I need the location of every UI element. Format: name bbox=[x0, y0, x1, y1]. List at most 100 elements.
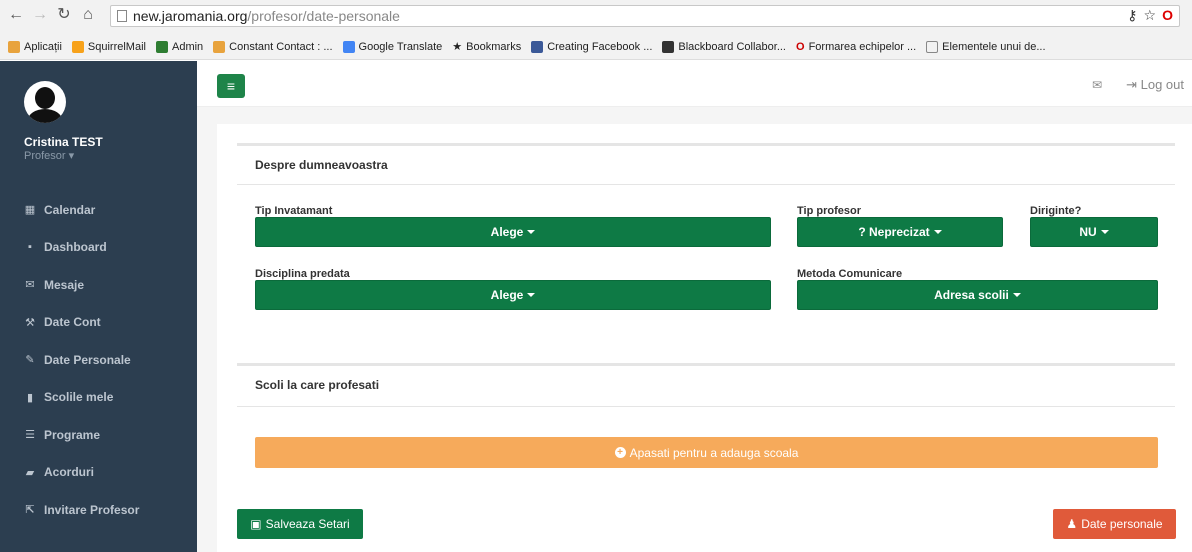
tip-profesor-label: Tip profesor bbox=[797, 205, 861, 217]
bookmarks-bar: Aplicații SquirrelMail Admin Constant Co… bbox=[0, 34, 1192, 60]
bookmark-item[interactable]: Admin bbox=[155, 40, 203, 53]
envelope-icon[interactable]: ✉ bbox=[1092, 78, 1102, 92]
diriginte-value: NU bbox=[1079, 225, 1097, 239]
sidebar-item-acorduri[interactable]: ▰ Acorduri bbox=[0, 454, 197, 492]
caret-down-icon bbox=[933, 230, 942, 234]
user-icon: ♟ bbox=[1066, 517, 1078, 531]
tip-profesor-dropdown[interactable]: ? Neprecizat bbox=[797, 217, 1003, 247]
share-icon: ⇱ bbox=[25, 504, 35, 517]
schools-section-title: Scoli la care profesati bbox=[255, 378, 380, 392]
logout-label: Log out bbox=[1140, 77, 1184, 92]
sidebar-item-invitare-profesor[interactable]: ⇱ Invitare Profesor bbox=[0, 491, 197, 529]
user-name: Cristina TEST bbox=[24, 135, 103, 149]
caret-down-icon bbox=[527, 293, 536, 297]
sidebar-item-calendar[interactable]: ▦ Calendar bbox=[0, 191, 197, 229]
reload-icon[interactable]: ↻ bbox=[56, 6, 72, 24]
caret-down-icon bbox=[527, 230, 536, 234]
metoda-comunicare-label: Metoda Comunicare bbox=[797, 268, 903, 280]
bookmark-item[interactable]: Creating Facebook ... bbox=[531, 40, 652, 53]
section-separator bbox=[237, 406, 1175, 407]
book-icon: ▰ bbox=[25, 466, 35, 479]
browser-toolbar: ← → ↻ ⌂ new.jaromania.org /profesor/date… bbox=[0, 0, 1192, 34]
forward-icon[interactable]: → bbox=[32, 6, 48, 24]
disciplina-dropdown[interactable]: Alege bbox=[255, 280, 771, 310]
personal-data-button[interactable]: ♟ Date personale bbox=[1053, 509, 1176, 539]
sidebar-item-date-cont[interactable]: ⚒ Date Cont bbox=[0, 304, 197, 342]
back-icon[interactable]: ← bbox=[8, 6, 24, 24]
disciplina-value: Alege bbox=[490, 288, 524, 302]
diriginte-label: Diriginte? bbox=[1030, 205, 1082, 217]
menu-toggle-button[interactable]: ≡ bbox=[217, 74, 245, 98]
squirrelmail-icon bbox=[71, 40, 84, 53]
bookmark-star-icon[interactable]: ☆ bbox=[1144, 7, 1157, 24]
logout-link[interactable]: ⇥ Log out bbox=[1126, 77, 1184, 93]
avatar[interactable] bbox=[24, 81, 66, 123]
about-section-title: Despre dumneavoastra bbox=[255, 158, 388, 172]
bookmark-item[interactable]: SquirrelMail bbox=[71, 40, 146, 53]
sign-out-icon: ⇥ bbox=[1126, 77, 1137, 92]
facebook-doc-icon bbox=[531, 40, 544, 53]
star-icon: ★ bbox=[452, 41, 463, 53]
page-icon bbox=[926, 40, 939, 53]
sidebar: Cristina TEST Profesor ▾ ▦ Calendar ▪ Dash… bbox=[0, 61, 197, 552]
save-settings-button[interactable]: ▣ Salveaza Setari bbox=[237, 509, 363, 539]
bookmark-item[interactable]: Constant Contact : ... bbox=[213, 40, 333, 53]
diriginte-dropdown[interactable]: NU bbox=[1030, 217, 1158, 247]
address-bar-actions: ⚷ ☆ O bbox=[1127, 7, 1173, 24]
url-host: new.jaromania.org bbox=[133, 8, 248, 24]
building-icon: ▮ bbox=[26, 391, 34, 404]
section-divider bbox=[237, 363, 1175, 366]
sidebar-item-date-personale[interactable]: ✎ Date Personale bbox=[0, 341, 197, 379]
bookmark-item[interactable]: O Formarea echipelor ... bbox=[796, 41, 916, 53]
browser-nav: ← → ↻ ⌂ bbox=[8, 6, 96, 24]
page-icon bbox=[117, 10, 127, 22]
bookmark-item[interactable]: Elementele unui de... bbox=[926, 40, 1046, 53]
header-actions: ✉ ⇥ Log out bbox=[1092, 77, 1184, 93]
plus-circle-icon: + bbox=[614, 447, 626, 458]
bookmark-item[interactable]: Blackboard Collabor... bbox=[662, 40, 786, 53]
user-role-label: Profesor bbox=[24, 150, 66, 162]
google-translate-icon bbox=[342, 40, 355, 53]
caret-down-icon bbox=[1012, 293, 1021, 297]
personal-data-label: Date personale bbox=[1081, 517, 1163, 531]
calendar-icon: ▦ bbox=[24, 204, 36, 217]
metoda-comunicare-dropdown[interactable]: Adresa scolii bbox=[797, 280, 1158, 310]
tip-invatamant-value: Alege bbox=[490, 225, 524, 239]
sidebar-item-dashboard[interactable]: ▪ Dashboard bbox=[0, 229, 197, 267]
bookmark-item[interactable]: ★ Bookmarks bbox=[452, 40, 521, 54]
add-school-label: Apasati pentru a adauga scoala bbox=[629, 445, 799, 460]
envelope-icon: ✉ bbox=[25, 279, 35, 292]
wrench-icon: ⚒ bbox=[25, 316, 35, 329]
admin-icon bbox=[155, 40, 168, 53]
sidebar-item-programe[interactable]: ☰ Programe bbox=[0, 416, 197, 454]
apps-grid-icon bbox=[8, 40, 20, 53]
blackboard-icon bbox=[662, 40, 675, 53]
top-header: ≡ ✉ ⇥ Log out bbox=[197, 61, 1192, 107]
add-school-button[interactable]: + Apasati pentru a adauga scoala bbox=[255, 437, 1158, 468]
bookmark-item[interactable]: Google Translate bbox=[342, 40, 442, 53]
home-icon[interactable]: ⌂ bbox=[80, 6, 96, 24]
disciplina-label: Disciplina predata bbox=[255, 268, 350, 280]
sidebar-item-scolile-mele[interactable]: ▮ Scolile mele bbox=[0, 379, 197, 417]
key-icon[interactable]: ⚷ bbox=[1127, 7, 1137, 24]
constant-contact-icon bbox=[213, 40, 226, 53]
opera-icon[interactable]: O bbox=[1162, 7, 1173, 24]
tip-invatamant-dropdown[interactable]: Alege bbox=[255, 217, 771, 247]
save-settings-label: Salveaza Setari bbox=[265, 517, 350, 531]
caret-down-icon bbox=[1100, 230, 1109, 234]
user-role-dropdown[interactable]: Profesor ▾ bbox=[24, 149, 74, 162]
hamburger-icon: ≡ bbox=[226, 78, 236, 94]
section-divider bbox=[237, 143, 1175, 146]
tip-invatamant-label: Tip Invatamant bbox=[255, 205, 333, 217]
content-panel bbox=[217, 124, 1192, 552]
list-icon: ☰ bbox=[25, 429, 35, 442]
dashboard-icon: ▪ bbox=[28, 241, 32, 254]
sidebar-item-mesaje[interactable]: ✉ Mesaje bbox=[0, 266, 197, 304]
opera-icon: O bbox=[796, 40, 805, 53]
pencil-icon: ✎ bbox=[25, 354, 35, 367]
metoda-comunicare-value: Adresa scolii bbox=[934, 288, 1009, 302]
floppy-disk-icon: ▣ bbox=[250, 517, 262, 531]
section-separator bbox=[237, 184, 1175, 185]
bookmark-item[interactable]: Aplicații bbox=[8, 40, 62, 53]
address-bar[interactable]: new.jaromania.org /profesor/date-persona… bbox=[110, 5, 1180, 27]
